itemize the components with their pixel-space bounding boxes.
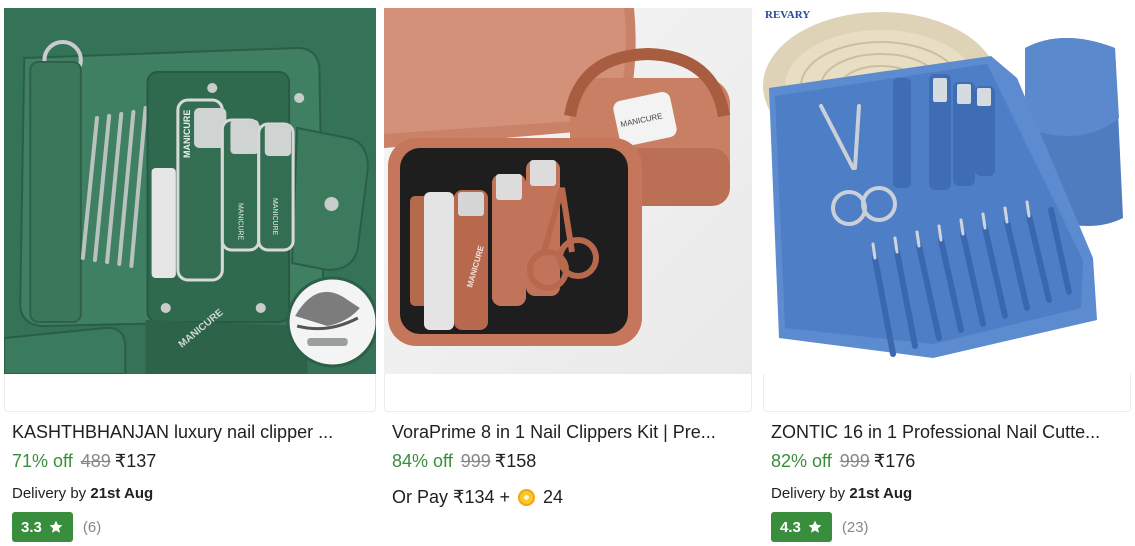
selling-price: ₹137 — [114, 451, 157, 471]
rating-value: 3.3 — [21, 518, 42, 536]
supercoin-icon — [518, 489, 536, 506]
delivery-date: 21st Aug — [90, 485, 154, 502]
svg-text:MANICURE: MANICURE — [237, 203, 244, 241]
product-card-2[interactable]: MANICURE MANICURE VoraPrime 8 in 1 Nail … — [384, 0, 752, 546]
svg-text:MANICURE: MANICURE — [182, 110, 192, 158]
delivery-info: Delivery by 21st Aug — [771, 485, 912, 502]
product-image-3[interactable]: REVARY — [763, 8, 1131, 374]
product-title[interactable]: KASHTHBHANJAN luxury nail clipper ... — [12, 420, 370, 444]
product-image-1[interactable]: MANICURE MANICURE MANICURE MANICURE — [4, 8, 376, 374]
rating-block: 3.3 (6) — [12, 512, 101, 542]
image-frame — [763, 374, 1131, 412]
discount-percent: 82% off — [771, 451, 832, 471]
selling-price: ₹158 — [494, 451, 537, 471]
original-price: 489 — [80, 451, 111, 471]
product-card-3[interactable]: REVARY ZONTIC 16 in 1 Professional Nail … — [763, 0, 1131, 546]
or-pay-label: Or Pay ₹134 + — [392, 487, 511, 507]
delivery-label: Delivery by — [771, 485, 846, 502]
price-row: 71% off 489 ₹137 — [12, 449, 156, 473]
svg-text:MANICURE: MANICURE — [271, 198, 278, 236]
coin-amount: 24 — [543, 487, 564, 507]
delivery-label: Delivery by — [12, 485, 87, 502]
rating-badge: 3.3 — [12, 512, 73, 542]
supercoin-offer: Or Pay ₹134 + 24 — [392, 487, 563, 508]
product-image-2[interactable]: MANICURE MANICURE — [384, 8, 752, 374]
discount-percent: 84% off — [392, 451, 453, 471]
image-frame — [384, 374, 752, 412]
product-card-1[interactable]: MANICURE MANICURE MANICURE MANICURE KASH… — [4, 0, 376, 546]
rating-value: 4.3 — [780, 518, 801, 536]
delivery-date: 21st Aug — [849, 485, 913, 502]
product-title[interactable]: ZONTIC 16 in 1 Professional Nail Cutte..… — [771, 420, 1125, 444]
discount-percent: 71% off — [12, 451, 73, 471]
price-row: 82% off 999 ₹176 — [771, 449, 915, 473]
star-icon — [49, 520, 63, 533]
delivery-info: Delivery by 21st Aug — [12, 485, 153, 502]
price-row: 84% off 999 ₹158 — [392, 449, 536, 473]
rating-count: (6) — [82, 518, 102, 536]
star-icon — [808, 520, 822, 533]
image-frame — [4, 374, 376, 412]
original-price: 999 — [839, 451, 870, 471]
svg-text:REVARY: REVARY — [765, 9, 810, 21]
rating-count: (23) — [841, 518, 869, 536]
rating-badge: 4.3 — [771, 512, 832, 542]
rating-block: 4.3 (23) — [771, 512, 869, 542]
product-title[interactable]: VoraPrime 8 in 1 Nail Clippers Kit | Pre… — [392, 420, 746, 444]
selling-price: ₹176 — [873, 451, 916, 471]
original-price: 999 — [460, 451, 491, 471]
